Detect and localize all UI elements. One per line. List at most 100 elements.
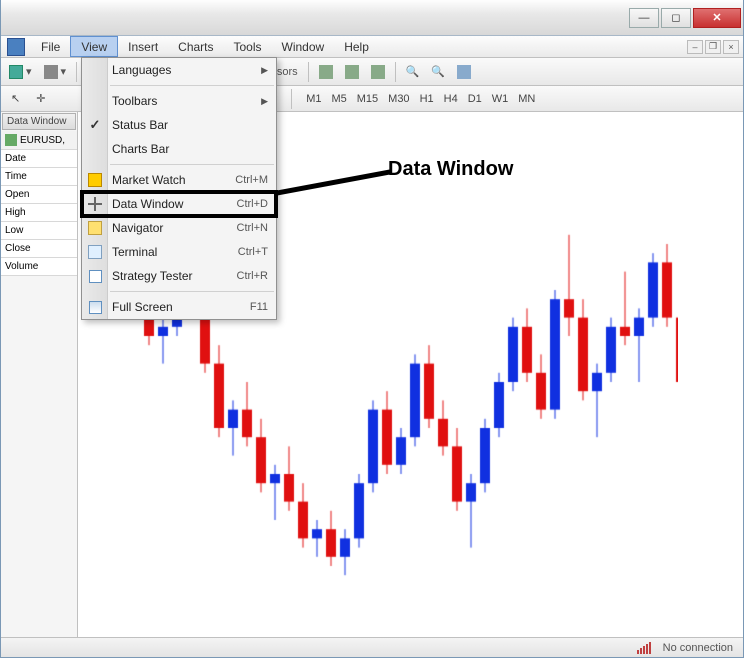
separator [308,62,309,82]
mdi-minimize-button[interactable]: – [687,40,703,54]
window-titlebar: — ◻ ✕ [1,0,743,36]
menu-item-navigator[interactable]: Navigator Ctrl+N [82,216,276,240]
menu-charts[interactable]: Charts [168,36,223,57]
menu-label: Navigator [112,221,163,235]
autoscroll-icon [457,65,471,79]
menu-separator [110,164,274,165]
plus-icon [9,65,23,79]
auto-scroll-button[interactable] [453,63,475,81]
profiles-button[interactable]: ▾ [40,63,71,81]
menu-shortcut: Ctrl+T [238,246,268,258]
timeframe-mn-button[interactable]: MN [514,91,539,107]
timeframe-w1-button[interactable]: W1 [488,91,513,107]
timeframe-h4-button[interactable]: H4 [440,91,462,107]
menu-item-toolbars[interactable]: Toolbars ▶ [82,89,276,113]
data-window-tab[interactable]: Data Window [2,113,76,130]
status-text: No connection [663,642,733,654]
menu-label: Status Bar [112,118,168,132]
zoom-in-icon: 🔍 [406,65,420,78]
menu-shortcut: Ctrl+D [237,198,268,210]
crosshair-button[interactable]: ✛ [32,90,49,107]
data-row-date: Date [1,150,77,168]
statusbar: No connection [1,637,743,657]
menu-window[interactable]: Window [272,36,335,57]
data-row-time: Time [1,168,77,186]
crosshair-icon: ✛ [36,92,45,105]
menu-label: Terminal [112,245,157,259]
menu-item-terminal[interactable]: Terminal Ctrl+T [82,240,276,264]
chart-type-candle-button[interactable] [341,63,363,81]
connection-bars-icon [637,642,651,654]
menu-separator [110,85,274,86]
menu-separator [110,291,274,292]
fullscreen-icon [87,299,103,315]
separator [291,89,292,109]
market-watch-icon [87,172,103,188]
data-row-high: High [1,204,77,222]
submenu-arrow-icon: ▶ [261,96,268,107]
navigator-icon [87,220,103,236]
menu-item-full-screen[interactable]: Full Screen F11 [82,295,276,319]
terminal-icon [87,244,103,260]
timeframe-m30-button[interactable]: M30 [384,91,413,107]
window-close-button[interactable]: ✕ [693,8,741,28]
data-row-volume: Volume [1,258,77,276]
data-row-close: Close [1,240,77,258]
menu-label: Strategy Tester [112,269,192,283]
timeframe-m5-button[interactable]: M5 [327,91,350,107]
menu-tools[interactable]: Tools [224,36,272,57]
zoom-in-button[interactable]: 🔍 [402,63,424,80]
chart-type-bar-button[interactable] [315,63,337,81]
bar-chart-icon [319,65,333,79]
menu-shortcut: Ctrl+M [235,174,268,186]
data-row-open: Open [1,186,77,204]
menu-help[interactable]: Help [334,36,379,57]
line-chart-icon [371,65,385,79]
chart-icon [5,134,17,146]
window-minimize-button[interactable]: — [629,8,659,28]
timeframe-m1-button[interactable]: M1 [302,91,325,107]
separator [395,62,396,82]
window-maximize-button[interactable]: ◻ [661,8,691,28]
menu-label: Toolbars [112,94,157,108]
profiles-icon [44,65,58,79]
menu-label: Full Screen [112,300,173,314]
data-row-low: Low [1,222,77,240]
data-window-panel: Data Window EURUSD, DateTimeOpenHighLowC… [1,112,78,637]
menu-label: Charts Bar [112,142,169,156]
separator [76,62,77,82]
view-dropdown: Languages ▶ Toolbars ▶ ✓ Status Bar Char… [81,57,277,320]
menu-item-charts-bar[interactable]: Charts Bar [82,137,276,161]
mdi-close-button[interactable]: × [723,40,739,54]
menu-file[interactable]: File [31,36,70,57]
magnifier-icon [87,268,103,284]
timeframe-h1-button[interactable]: H1 [416,91,438,107]
menu-item-data-window[interactable]: Data Window Ctrl+D [82,192,276,216]
timeframe-m15-button[interactable]: M15 [353,91,382,107]
menu-item-status-bar[interactable]: ✓ Status Bar [82,113,276,137]
candle-chart-icon [345,65,359,79]
menu-item-strategy-tester[interactable]: Strategy Tester Ctrl+R [82,264,276,288]
chart-type-line-button[interactable] [367,63,389,81]
app-icon [7,38,25,56]
timeframe-d1-button[interactable]: D1 [464,91,486,107]
menu-shortcut: Ctrl+N [237,222,268,234]
symbol-row: EURUSD, [1,131,77,150]
menu-shortcut: Ctrl+R [237,270,268,282]
new-chart-button[interactable]: ▾ [5,63,36,81]
menu-item-market-watch[interactable]: Market Watch Ctrl+M [82,168,276,192]
symbol-label: EURUSD, [20,135,65,146]
menu-label: Languages [112,63,171,77]
mdi-restore-button[interactable]: ❐ [705,40,721,54]
menu-label: Market Watch [112,173,186,187]
menu-label: Data Window [112,197,183,211]
cursor-icon: ↖ [11,92,20,105]
menu-item-languages[interactable]: Languages ▶ [82,58,276,82]
cursor-button[interactable]: ↖ [7,90,24,107]
annotation-label: Data Window [388,158,513,181]
check-icon: ✓ [87,117,103,133]
menu-insert[interactable]: Insert [118,36,168,57]
menu-view[interactable]: View [70,36,118,57]
menu-shortcut: F11 [250,301,268,313]
zoom-out-button[interactable]: 🔍 [427,63,449,80]
